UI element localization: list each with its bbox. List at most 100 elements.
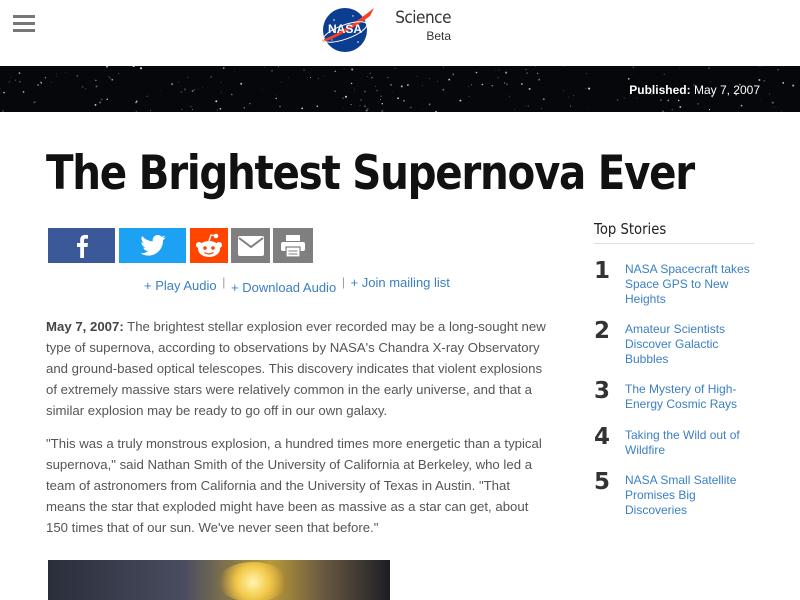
star (376, 90, 378, 92)
star (262, 89, 263, 90)
star (624, 98, 625, 99)
star (526, 72, 528, 74)
star (708, 67, 710, 69)
star (140, 67, 142, 69)
story-link[interactable]: Taking the Wild out of Wildfire (625, 428, 753, 458)
star (215, 100, 217, 102)
star (588, 88, 590, 90)
share-email-button[interactable] (231, 228, 270, 263)
star (381, 110, 383, 112)
star (171, 83, 173, 85)
star (366, 110, 368, 112)
star (664, 74, 665, 75)
star (585, 88, 586, 89)
star (445, 92, 446, 93)
separator: | (222, 275, 225, 289)
star (364, 105, 365, 106)
star (417, 76, 418, 77)
star (147, 96, 148, 97)
star (410, 107, 412, 109)
starfield-banner: Published: May 7, 2007 (0, 66, 800, 112)
star (106, 66, 108, 67)
star (371, 77, 373, 79)
share-reddit-button[interactable] (190, 228, 228, 263)
star (370, 73, 371, 74)
nasa-logo[interactable]: NASA (320, 4, 376, 54)
star (563, 90, 564, 91)
site-header: NASA Science Beta (0, 0, 800, 66)
star (351, 68, 353, 70)
share-facebook-button[interactable] (48, 228, 115, 263)
story-link[interactable]: The Mystery of High-Energy Cosmic Rays (625, 382, 753, 412)
story-link[interactable]: NASA Small Satellite Promises Big Discov… (625, 473, 753, 518)
published-label: Published: (629, 83, 690, 97)
star (203, 88, 204, 89)
star (482, 84, 484, 86)
star (537, 73, 538, 74)
join-mailing-list-link[interactable]: + Join mailing list (351, 275, 450, 290)
star (303, 70, 304, 71)
star (342, 97, 344, 99)
download-audio-link[interactable]: + Download Audio (231, 280, 336, 295)
star (192, 90, 194, 92)
star (271, 70, 273, 72)
star (367, 76, 368, 77)
star (573, 95, 574, 96)
star (193, 89, 194, 90)
star (515, 109, 516, 110)
star (150, 110, 151, 111)
star (198, 88, 199, 89)
star (278, 66, 279, 67)
story-link[interactable]: Amateur Scientists Discover Galactic Bub… (625, 322, 753, 367)
divider (594, 243, 754, 244)
star (506, 83, 508, 85)
star (380, 99, 381, 100)
star (335, 91, 337, 93)
star (197, 100, 198, 101)
star (351, 83, 352, 84)
star (679, 106, 681, 108)
star (758, 79, 760, 81)
brand-name: Science (393, 10, 451, 27)
brand[interactable]: Science Beta (393, 10, 451, 42)
star (160, 90, 161, 91)
star (136, 101, 138, 103)
star (448, 79, 450, 81)
star (76, 75, 78, 77)
star (617, 99, 619, 101)
star (40, 82, 41, 83)
share-twitter-button[interactable] (119, 228, 186, 263)
brand-sub: Beta (393, 30, 451, 42)
published-date: Published: May 7, 2007 (629, 83, 760, 97)
facebook-icon (75, 234, 89, 258)
article-paragraph: May 7, 2007: The brightest stellar explo… (46, 316, 546, 421)
star (210, 76, 212, 78)
email-icon (238, 236, 264, 256)
star (459, 100, 461, 102)
star (19, 72, 21, 74)
star (350, 104, 351, 105)
star (782, 82, 784, 84)
star (442, 89, 444, 91)
story-link[interactable]: NASA Spacecraft takes Space GPS to New H… (625, 262, 753, 307)
story-rank: 2 (594, 318, 614, 344)
star (504, 83, 505, 84)
star (468, 96, 469, 97)
star (133, 66, 135, 67)
star (390, 84, 391, 85)
star (538, 79, 540, 81)
supernova-image (48, 560, 390, 600)
star (364, 90, 366, 92)
star (392, 92, 393, 93)
star (526, 106, 527, 107)
star (543, 98, 545, 100)
star (497, 77, 498, 78)
star (667, 100, 669, 102)
star (367, 108, 369, 110)
star (499, 69, 500, 70)
star (401, 85, 403, 87)
hamburger-menu-icon[interactable] (13, 15, 35, 33)
print-button[interactable] (273, 228, 313, 263)
play-audio-link[interactable]: + Play Audio (144, 278, 217, 293)
separator: | (342, 275, 345, 289)
